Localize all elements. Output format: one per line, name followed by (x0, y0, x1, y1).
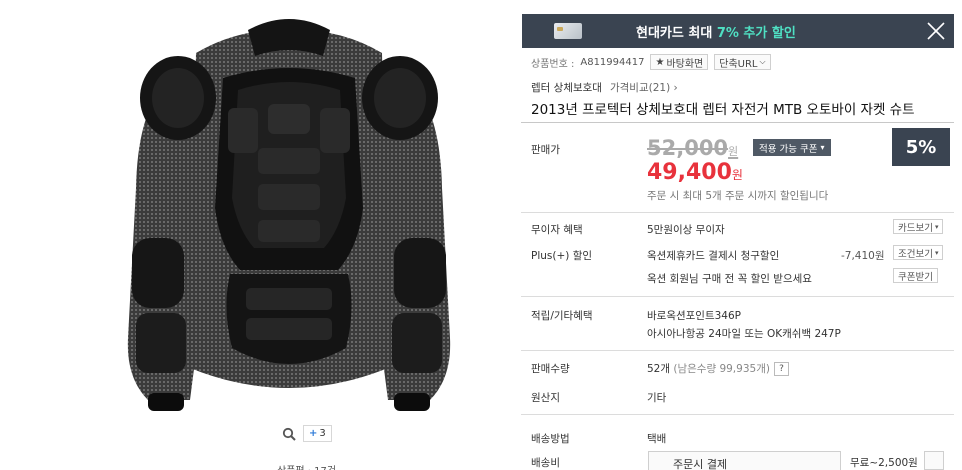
shipping-method-label: 배송방법 (531, 433, 570, 445)
points-line-2: 아시아나항공 24마일 또는 OK캐쉬백 247P (647, 328, 841, 340)
banner-text: 현대카드 최대 7% 추가 할인 (636, 25, 796, 41)
hyundai-card-banner[interactable]: 현대카드 최대 7% 추가 할인 (522, 14, 954, 48)
shipping-fee-label: 배송비 (531, 457, 560, 469)
applicable-coupon-button[interactable]: 적용 가능 쿠폰 ▾ (753, 139, 831, 156)
price-section: 판매가 52,000원 적용 가능 쿠폰 ▾ 5% 49,400원 주문 시 최… (521, 122, 954, 212)
points-line-1: 바로옥션포인트346P (647, 310, 741, 322)
origin-value: 기타 (647, 392, 667, 404)
product-meta: 상품번호 : A811994417 ★ 바탕화면 단축URL ⌵ (531, 54, 771, 70)
interest-free-label: 무이자 혜택 (531, 224, 583, 236)
product-image-panel: + 3 상품평 · 17건 (0, 0, 520, 470)
product-title: 2013년 프로텍터 상체보호대 렙터 자전거 MTB 오토바이 자켓 슈트 (531, 102, 915, 118)
image-tools: + 3 (281, 425, 332, 442)
sales-label: 판매수량 (531, 363, 570, 375)
plus-icon: + (309, 428, 318, 439)
divider (521, 296, 954, 297)
star-icon: ★ (655, 56, 665, 68)
discount-badge: 5% (892, 128, 950, 166)
chevron-down-icon: ▾ (934, 248, 939, 257)
more-images-button[interactable]: + 3 (303, 425, 332, 442)
review-count-text: 상품평 · 17건 (277, 462, 336, 470)
credit-card-icon (554, 23, 582, 39)
category-breadcrumb: 렙터 상체보호대 가격비교(21) › (531, 80, 678, 95)
plus-discount-label: Plus(+) 할인 (531, 250, 593, 262)
origin-label: 원산지 (531, 392, 560, 404)
card-view-button[interactable]: 카드보기 ▾ (893, 219, 944, 234)
divider (521, 414, 954, 415)
close-icon[interactable] (926, 21, 946, 41)
price-label: 판매가 (531, 144, 560, 156)
interest-free-value: 5만원이상 무이자 (647, 224, 725, 236)
sale-price: 49,400원 (647, 160, 743, 185)
sales-count: 52개 (남은수량 99,935개)? (647, 361, 789, 376)
plus-discount-value: 옥션제휴카드 결제시 청구할인 (647, 250, 780, 262)
shipping-fee-select[interactable]: 주문시 결제 (648, 451, 841, 470)
chevron-down-icon: ⌵ (759, 57, 766, 66)
shorturl-button[interactable]: 단축URL ⌵ (714, 54, 771, 70)
member-discount-text: 옥션 회원님 구매 전 꼭 할인 받으세요 (647, 273, 812, 285)
price-compare-link[interactable]: 가격비교(21) › (610, 80, 678, 95)
points-label: 적립/기타혜택 (531, 310, 593, 322)
product-photo[interactable] (118, 8, 460, 416)
discount-note: 주문 시 최대 5개 주문 시까지 할인됩니다 (647, 190, 829, 202)
wallpaper-button[interactable]: ★ 바탕화면 (650, 54, 709, 70)
chevron-down-icon: ▾ (934, 222, 939, 231)
plus-discount-amount: -7,410원 (841, 250, 885, 262)
original-price: 52,000원 (647, 136, 739, 160)
more-images-count: 3 (319, 428, 326, 439)
shipping-method-value: 택배 (647, 433, 667, 445)
receive-coupon-button[interactable]: 쿠폰받기 (893, 268, 938, 283)
category-link[interactable]: 렙터 상체보호대 (531, 80, 602, 95)
divider (521, 350, 954, 351)
jacket-image (127, 19, 451, 411)
chevron-down-icon: ▾ (820, 143, 825, 152)
divider (521, 212, 954, 213)
help-icon[interactable]: ? (773, 362, 789, 376)
condition-view-button[interactable]: 조건보기 ▾ (893, 245, 944, 260)
shipping-help-button[interactable] (924, 451, 944, 470)
chevron-right-icon: › (673, 82, 678, 94)
product-number-label: 상품번호 : (531, 58, 575, 70)
magnifier-icon[interactable] (281, 426, 297, 442)
shipping-fee-value: 무료~2,500원 (850, 457, 918, 469)
product-number: A811994417 (580, 56, 645, 68)
